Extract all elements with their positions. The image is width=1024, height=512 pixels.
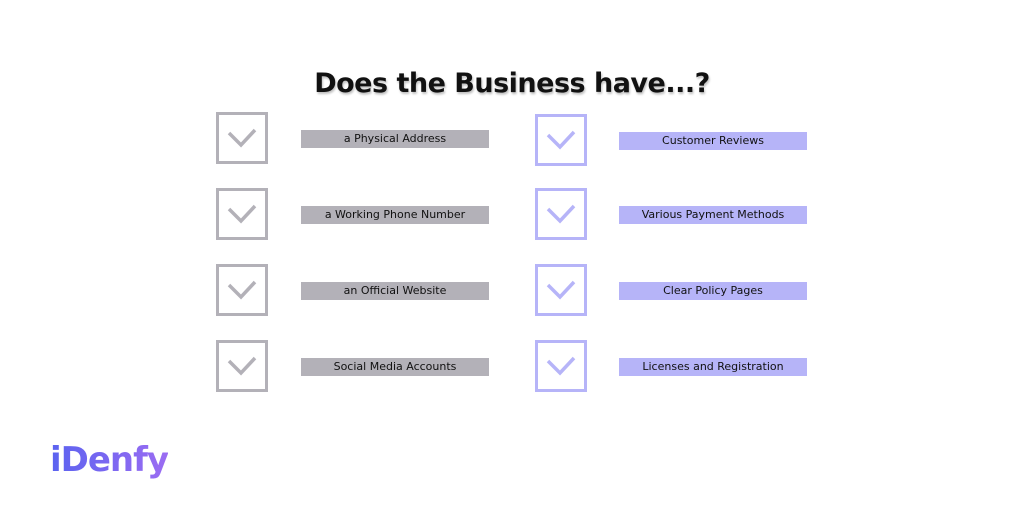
checkbox xyxy=(535,340,587,392)
checkbox xyxy=(535,114,587,166)
idenfy-logo: iDenfy xyxy=(50,440,169,480)
checklist-label: an Official Website xyxy=(301,282,489,300)
check-icon xyxy=(227,280,257,300)
page-title: Does the Business have...? xyxy=(314,68,710,99)
check-icon xyxy=(546,204,576,224)
checklist-label: a Working Phone Number xyxy=(301,206,489,224)
check-icon xyxy=(227,356,257,376)
checklist-label: a Physical Address xyxy=(301,130,489,148)
checkbox xyxy=(216,264,268,316)
checklist-label: Various Payment Methods xyxy=(619,206,807,224)
checklist-label: Licenses and Registration xyxy=(619,358,807,376)
checkbox xyxy=(535,188,587,240)
check-icon xyxy=(546,356,576,376)
checkbox xyxy=(216,188,268,240)
checklist-label: Social Media Accounts xyxy=(301,358,489,376)
check-icon xyxy=(227,128,257,148)
check-icon xyxy=(227,204,257,224)
check-icon xyxy=(546,130,576,150)
checkbox xyxy=(216,340,268,392)
check-icon xyxy=(546,280,576,300)
checkbox xyxy=(535,264,587,316)
checklist-label: Clear Policy Pages xyxy=(619,282,807,300)
checklist-label: Customer Reviews xyxy=(619,132,807,150)
checkbox xyxy=(216,112,268,164)
